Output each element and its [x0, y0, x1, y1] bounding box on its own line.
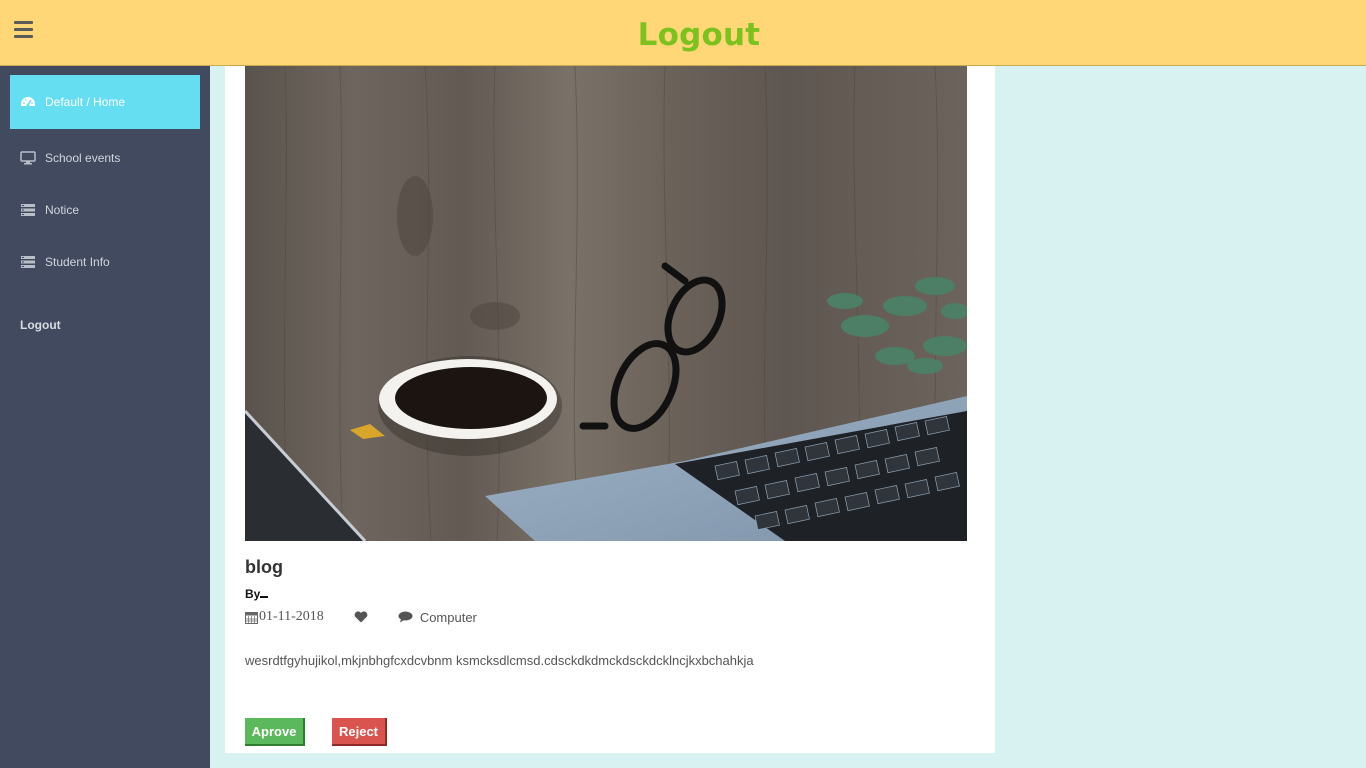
author-name: [260, 586, 269, 598]
desktop-icon: [20, 151, 36, 165]
post-image: [245, 66, 967, 541]
post-card: blog By 01-11-2018 Computer wesrdtfgyhuj…: [225, 66, 995, 753]
sidebar-item-label: Student Info: [45, 255, 110, 269]
by-label: By: [245, 587, 261, 601]
post-body: wesrdtfgyhujikol,mkjnbhgfcxdcvbnm ksmcks…: [245, 653, 754, 668]
comment-icon: [398, 611, 413, 623]
sidebar-logout-link[interactable]: Logout: [20, 318, 61, 332]
date-text: 01-11-2018: [259, 609, 324, 624]
sidebar-item-student-info[interactable]: Student Info: [10, 235, 200, 289]
calendar-icon: [245, 611, 258, 624]
top-logout-title[interactable]: Logout: [0, 17, 1366, 53]
post-author: By: [245, 586, 269, 601]
sidebar-item-school-events[interactable]: School events: [10, 131, 200, 185]
list-icon: [20, 203, 36, 217]
sidebar-item-label: Default / Home: [45, 95, 126, 109]
sidebar-item-label: Notice: [45, 203, 80, 217]
heart-icon[interactable]: [354, 611, 368, 623]
post-category: Computer: [419, 609, 477, 625]
sidebar-item-home[interactable]: Default / Home: [10, 75, 200, 129]
dashboard-icon: [20, 95, 36, 109]
post-meta: 01-11-2018 Computer: [245, 608, 477, 626]
post-title: blog: [245, 557, 283, 577]
sidebar-item-label: School events: [45, 151, 121, 165]
list-icon: [20, 255, 36, 269]
sidebar: Default / Home School events Notice Stud…: [0, 66, 210, 768]
approve-button[interactable]: Aprove: [245, 718, 305, 746]
post-date: 01-11-2018: [245, 609, 324, 625]
reject-button[interactable]: Reject: [332, 718, 387, 746]
top-bar: Logout: [0, 0, 1366, 66]
sidebar-item-notice[interactable]: Notice: [10, 183, 200, 237]
